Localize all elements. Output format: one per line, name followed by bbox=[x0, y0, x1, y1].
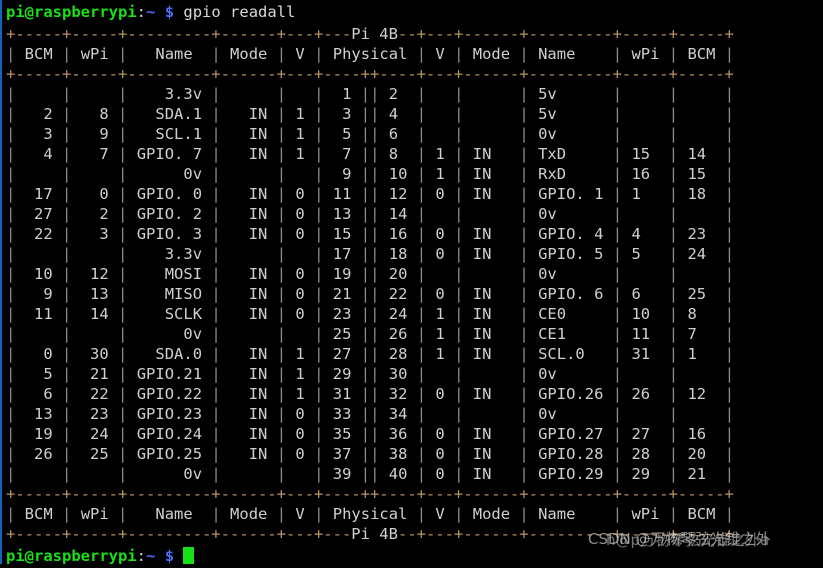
table-row: | 17 | 0 | GPIO. 0 | IN | 0 | 11 || 12 |… bbox=[6, 185, 735, 203]
table-row: | 19 | 24 | GPIO.24 | IN | 0 | 35 || 36 … bbox=[6, 425, 735, 443]
table-row: | | | 0v | | | 25 || 26 | 1 | IN | CE1 |… bbox=[6, 325, 735, 343]
table-row: | 10 | 12 | MOSI | IN | 0 | 19 || 20 | |… bbox=[6, 265, 735, 283]
prompt-colon-2: : bbox=[136, 547, 146, 565]
table-border-bottom: +-----+-----+---------+------+---+---Pi … bbox=[6, 525, 734, 543]
table-border-mid-top: +-----+-----+---------+------+---+----++… bbox=[6, 65, 734, 83]
table-row: | 27 | 2 | GPIO. 2 | IN | 0 | 13 || 14 |… bbox=[6, 205, 735, 223]
prompt-path: ~ bbox=[146, 3, 156, 21]
table-row: | 13 | 23 | GPIO.23 | IN | 0 | 33 || 34 … bbox=[6, 405, 735, 423]
table-border-top: +-----+-----+---------+------+---+---Pi … bbox=[6, 25, 734, 43]
table-row: | | | 3.3v | | | 17 || 18 | 0 | IN | GPI… bbox=[6, 245, 735, 263]
table-header-row: | BCM | wPi | Name | Mode | V | Physical… bbox=[6, 45, 735, 63]
table-row: | | | 3.3v | | | 1 || 2 | | | 5v | | | bbox=[6, 85, 735, 103]
gpio-readall-table: +-----+-----+---------+------+---+---Pi … bbox=[2, 24, 823, 544]
table-border-mid-bottom: +-----+-----+---------+------+---+----++… bbox=[6, 485, 734, 503]
table-row: | | | 0v | | | 9 || 10 | 1 | IN | RxD | … bbox=[6, 165, 735, 183]
table-row: | 2 | 8 | SDA.1 | IN | 1 | 3 || 4 | | | … bbox=[6, 105, 735, 123]
table-row: | 5 | 21 | GPIO.21 | IN | 1 | 29 || 30 |… bbox=[6, 365, 735, 383]
final-prompt-line[interactable]: pi@raspberrypi:~ $ bbox=[2, 544, 823, 568]
table-row: | 0 | 30 | SDA.0 | IN | 1 | 27 || 28 | 1… bbox=[6, 345, 735, 363]
table-row: | 9 | 13 | MISO | IN | 0 | 21 || 22 | 0 … bbox=[6, 285, 735, 303]
text-cursor bbox=[183, 547, 195, 564]
table-row: | 3 | 9 | SCL.1 | IN | 1 | 5 || 6 | | | … bbox=[6, 125, 735, 143]
table-row: | 22 | 3 | GPIO. 3 | IN | 0 | 15 || 16 |… bbox=[6, 225, 735, 243]
prompt-colon: : bbox=[136, 3, 146, 21]
typed-command: gpio readall bbox=[183, 3, 296, 21]
table-row: | 26 | 25 | GPIO.25 | IN | 0 | 37 || 38 … bbox=[6, 445, 735, 463]
table-row: | 6 | 22 | GPIO.22 | IN | 1 | 31 || 32 |… bbox=[6, 385, 735, 403]
table-row: | | | 0v | | | 39 || 40 | 0 | IN | GPIO.… bbox=[6, 465, 735, 483]
prompt-path-2: ~ bbox=[146, 547, 156, 565]
table-footer-row: | BCM | wPi | Name | Mode | V | Physical… bbox=[6, 505, 735, 523]
prompt-dollar-2: $ bbox=[164, 547, 175, 565]
terminal-window[interactable]: pi@raspberrypi:~ $ gpio readall +-----+-… bbox=[0, 0, 823, 565]
table-row: | 11 | 14 | SCLK | IN | 0 | 23 || 24 | 1… bbox=[6, 305, 735, 323]
prompt-user-host: pi@raspberrypi bbox=[6, 3, 137, 21]
prompt-dollar: $ bbox=[164, 3, 175, 21]
command-prompt-line: pi@raspberrypi:~ $ gpio readall bbox=[2, 0, 823, 24]
table-row: | 4 | 7 | GPIO. 7 | IN | 1 | 7 || 8 | 1 … bbox=[6, 145, 735, 163]
prompt-user-host-2: pi@raspberrypi bbox=[6, 547, 137, 565]
